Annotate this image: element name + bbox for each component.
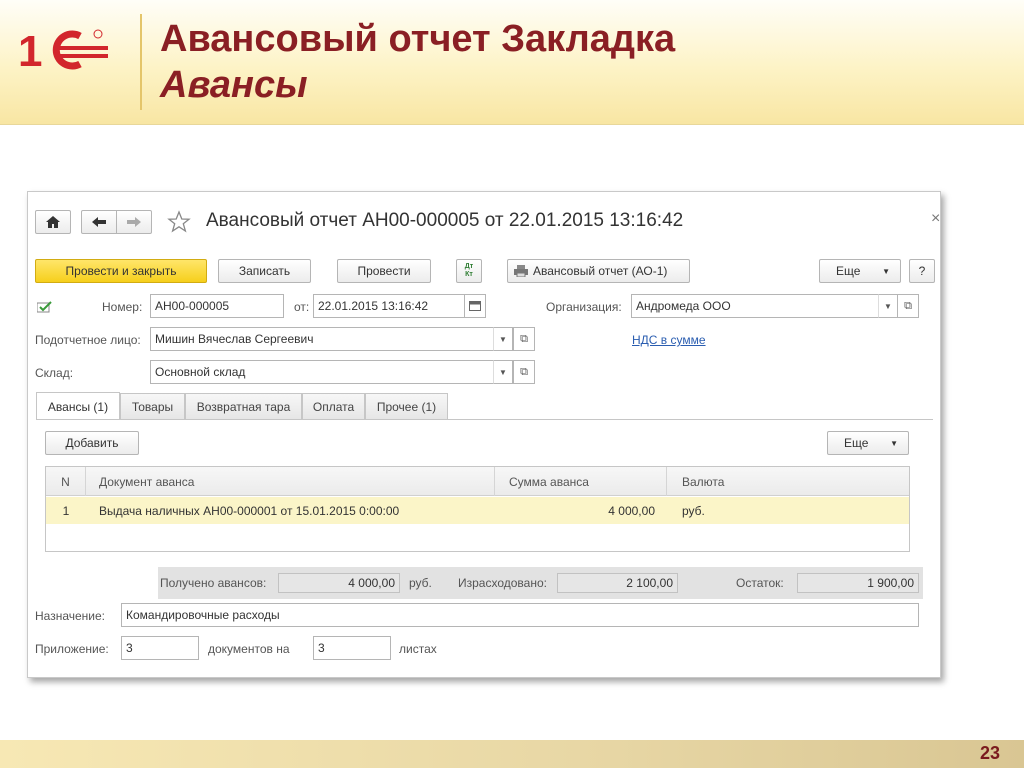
organization-open-button[interactable]: ⧉ bbox=[897, 294, 919, 318]
accountable-person-dropdown[interactable]: ▼ bbox=[493, 327, 513, 351]
chevron-down-icon: ▼ bbox=[890, 438, 898, 448]
accountable-person-field[interactable]: Мишин Вячеслав Сергеевич bbox=[150, 327, 494, 351]
open-icon: ⧉ bbox=[904, 299, 912, 312]
table-row[interactable]: 1 Выдача наличных АН00-000001 от 15.01.2… bbox=[46, 497, 909, 524]
post-and-close-button[interactable]: Провести и закрыть bbox=[35, 259, 207, 283]
forward-button[interactable] bbox=[116, 210, 152, 234]
date-field[interactable]: 22.01.2015 13:16:42 bbox=[313, 294, 465, 318]
balance-label: Остаток: bbox=[736, 576, 784, 590]
column-header-currency[interactable]: Валюта bbox=[667, 467, 909, 496]
attachment-sheets-field[interactable]: 3 bbox=[313, 636, 391, 660]
open-icon: ⧉ bbox=[520, 332, 528, 345]
table-more-button[interactable]: Еще ▼ bbox=[827, 431, 909, 455]
calendar-button[interactable] bbox=[464, 294, 486, 318]
svg-text:1: 1 bbox=[18, 27, 42, 74]
slide-title: Авансовый отчет Закладка Авансы bbox=[160, 16, 1000, 108]
window-title: Авансовый отчет АН00-000005 от 22.01.201… bbox=[206, 210, 684, 231]
help-button[interactable]: ? bbox=[909, 259, 935, 283]
cell-currency: руб. bbox=[682, 503, 705, 518]
attachment-documents-field[interactable]: 3 bbox=[121, 636, 199, 660]
cell-document: Выдача наличных АН00-000001 от 15.01.201… bbox=[99, 503, 400, 518]
slide-header: 1 Авансовый отчет Закладка Авансы bbox=[0, 0, 1024, 125]
purpose-field[interactable]: Командировочные расходы bbox=[121, 603, 919, 627]
spent-amount: 2 100,00 bbox=[557, 573, 678, 593]
tab-payment[interactable]: Оплата bbox=[302, 393, 365, 419]
tab-goods[interactable]: Товары bbox=[120, 393, 185, 419]
home-icon bbox=[46, 216, 60, 228]
slide-title-line1: Авансовый отчет Закладка bbox=[160, 18, 676, 60]
accountable-person-label: Подотчетное лицо: bbox=[35, 333, 141, 347]
attachment-label: Приложение: bbox=[35, 642, 109, 656]
print-report-label: Авансовый отчет (АО-1) bbox=[533, 264, 668, 278]
add-button[interactable]: Добавить bbox=[45, 431, 139, 455]
tab-returnable-packaging[interactable]: Возвратная тара bbox=[185, 393, 302, 419]
column-header-amount[interactable]: Сумма аванса bbox=[495, 467, 667, 496]
1c-logo: 1 bbox=[18, 27, 108, 74]
chevron-down-icon: ▼ bbox=[884, 301, 892, 311]
spent-label: Израсходовано: bbox=[458, 576, 547, 590]
balance-amount: 1 900,00 bbox=[797, 573, 919, 593]
column-header-n[interactable]: N bbox=[46, 467, 86, 496]
vat-link[interactable]: НДС в сумме bbox=[632, 333, 706, 347]
favorite-button[interactable] bbox=[167, 210, 191, 234]
tab-other[interactable]: Прочее (1) bbox=[365, 393, 448, 419]
received-amount: 4 000,00 bbox=[278, 573, 400, 593]
star-icon bbox=[167, 210, 191, 233]
dt-kt-icon: Дт Кт bbox=[464, 263, 474, 278]
chevron-down-icon: ▼ bbox=[882, 266, 890, 276]
more-button[interactable]: Еще ▼ bbox=[819, 259, 901, 283]
organization-dropdown[interactable]: ▼ bbox=[878, 294, 898, 318]
column-header-document[interactable]: Документ аванса bbox=[86, 467, 495, 496]
chevron-down-icon: ▼ bbox=[499, 334, 507, 344]
posted-status-icon bbox=[37, 301, 52, 313]
organization-label: Организация: bbox=[546, 300, 622, 314]
number-field[interactable]: АН00-000005 bbox=[150, 294, 284, 318]
chevron-down-icon: ▼ bbox=[499, 367, 507, 377]
home-button[interactable] bbox=[35, 210, 71, 234]
arrow-left-icon bbox=[92, 217, 106, 227]
accountable-person-open-button[interactable]: ⧉ bbox=[513, 327, 535, 351]
number-label: Номер: bbox=[102, 300, 143, 314]
purpose-label: Назначение: bbox=[35, 609, 106, 623]
cell-n: 1 bbox=[62, 503, 70, 518]
tab-advances[interactable]: Авансы (1) bbox=[36, 392, 120, 420]
header-divider bbox=[140, 14, 142, 110]
organization-field[interactable]: Андромеда ООО bbox=[631, 294, 879, 318]
received-currency: руб. bbox=[409, 576, 432, 590]
table-more-label: Еще bbox=[844, 436, 869, 450]
close-icon[interactable]: × bbox=[931, 210, 940, 228]
document-window: Авансовый отчет АН00-000005 от 22.01.201… bbox=[27, 191, 941, 678]
warehouse-label: Склад: bbox=[35, 366, 74, 380]
table-header: N Документ аванса Сумма аванса Валюта bbox=[46, 467, 909, 496]
totals-bar: Получено авансов: 4 000,00 руб. Израсход… bbox=[158, 567, 923, 599]
save-button[interactable]: Записать bbox=[218, 259, 311, 283]
printer-icon bbox=[514, 265, 528, 277]
warehouse-open-button[interactable]: ⧉ bbox=[513, 360, 535, 384]
warehouse-field[interactable]: Основной склад bbox=[150, 360, 494, 384]
more-label: Еще bbox=[836, 264, 861, 278]
advances-table: N Документ аванса Сумма аванса Валюта 1 … bbox=[45, 466, 910, 552]
attachment-sheets-label: листах bbox=[399, 642, 437, 656]
cell-amount: 4 000,00 bbox=[608, 503, 655, 518]
tab-divider bbox=[36, 419, 933, 420]
dt-kt-button[interactable]: Дт Кт bbox=[456, 259, 482, 283]
date-label: от: bbox=[294, 300, 310, 314]
slide-title-line2: Авансы bbox=[160, 64, 308, 106]
open-icon: ⧉ bbox=[520, 365, 528, 378]
warehouse-dropdown[interactable]: ▼ bbox=[493, 360, 513, 384]
arrow-right-icon bbox=[127, 217, 141, 227]
post-button[interactable]: Провести bbox=[337, 259, 431, 283]
back-button[interactable] bbox=[81, 210, 117, 234]
received-label: Получено авансов: bbox=[160, 576, 267, 590]
slide-number: 23 bbox=[979, 743, 1000, 763]
print-report-button[interactable]: Авансовый отчет (АО-1) bbox=[507, 259, 690, 283]
calendar-icon bbox=[469, 301, 481, 311]
attachment-documents-label: документов на bbox=[208, 642, 290, 656]
slide-footer: 23 bbox=[0, 740, 1024, 768]
